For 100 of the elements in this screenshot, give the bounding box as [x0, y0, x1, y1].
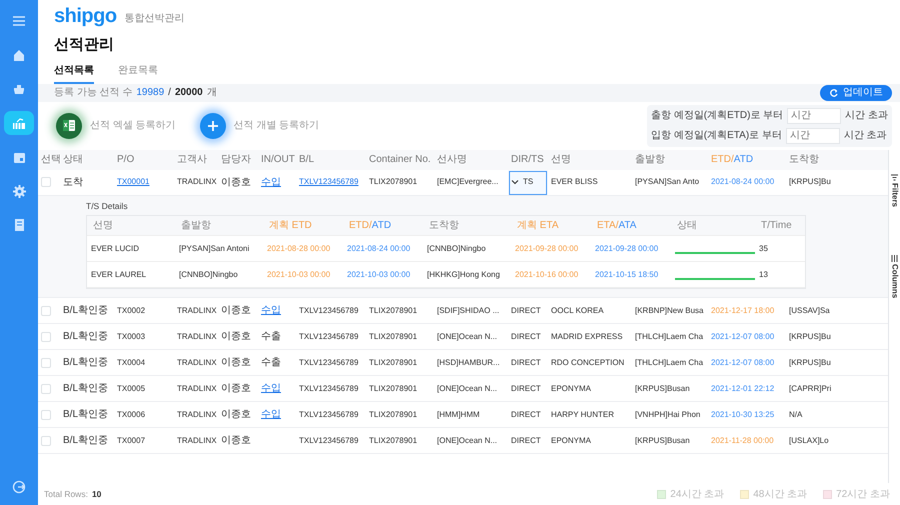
tab[interactable]: 완료목록 [118, 60, 158, 84]
vessel-cell: EPONYMA [548, 376, 632, 402]
po-cell: TX0005 [117, 384, 146, 393]
available-count: 19989 [136, 86, 164, 100]
row-checkbox[interactable] [41, 384, 51, 394]
status-cell: B/L확인중 [60, 376, 114, 402]
etd-cell: 2021-10-30 13:25 [708, 402, 786, 428]
column-header[interactable]: 상태 [60, 150, 114, 170]
customer-cell: TRADLINX [174, 402, 218, 428]
row-checkbox[interactable] [41, 306, 51, 316]
etd-cell: 2021-10-03 00:00 [343, 262, 423, 288]
inout-cell: 수출 [261, 331, 281, 342]
sidebar-item[interactable] [4, 111, 34, 135]
status-cell: B/L확인중 [60, 350, 114, 376]
manager-cell: 이종호 [218, 376, 258, 402]
carrier-cell: [HSD]HAMBUR... [434, 350, 508, 376]
column-header[interactable]: 고객사 [174, 150, 218, 170]
column-header[interactable]: Container No. [366, 150, 434, 170]
legend-label: 48시간 초과 [753, 488, 808, 502]
shipgo-logo[interactable]: shipgo [54, 6, 117, 26]
hours-input[interactable]: 시간 [787, 108, 842, 124]
row-checkbox[interactable] [41, 177, 51, 188]
column-header[interactable]: 선명 [548, 150, 632, 170]
eta-cell: 2021-09-28 00:00 [591, 236, 671, 262]
dir-cell[interactable]: DIRECT [508, 376, 548, 402]
container-cell: TLIX2078901 [366, 350, 434, 376]
planned-etd-cell: 2021-10-03 00:00 [263, 262, 343, 288]
customer-cell: TRADLINX [174, 350, 218, 376]
row-checkbox[interactable] [41, 358, 51, 368]
arrival-cell: [CNNBO]Ningbo [423, 236, 511, 262]
column-header: 선명 [87, 216, 175, 236]
chevron-down-icon[interactable] [511, 178, 519, 185]
column-header: 계획 ETA [511, 216, 591, 236]
dir-cell[interactable]: DIRECT [508, 298, 548, 324]
departure-cell: [CNNBO]Ningbo [175, 262, 263, 288]
column-header: 도착항 [423, 216, 511, 236]
column-header[interactable]: 선사명 [434, 150, 508, 170]
manager-cell: 이종호 [218, 324, 258, 350]
hours-input[interactable]: 시간 [786, 128, 840, 144]
container-cell: TLIX2078901 [366, 428, 434, 454]
inout-link[interactable]: 수입 [261, 176, 281, 188]
dir-cell[interactable]: DIRECT [508, 428, 548, 454]
column-header[interactable]: 도착항 [786, 150, 888, 170]
inout-link[interactable]: 수입 [261, 305, 281, 316]
manager-cell: 이종호 [218, 428, 258, 454]
dir-cell[interactable]: DIRECT [508, 350, 548, 376]
bl-cell: TXLV123456789 [299, 410, 358, 419]
column-header[interactable]: 담당자 [218, 150, 258, 170]
total-rows-label: Total Rows: [44, 488, 88, 500]
arrival-cell: [HKHKG]Hong Kong [423, 262, 511, 288]
po-cell: TX0003 [117, 332, 146, 341]
departure-cell: [VNHPH]Hai Phon [632, 402, 708, 428]
customer-cell: TRADLINX [174, 428, 218, 454]
columns-tab[interactable]: Columns [888, 254, 900, 298]
column-header[interactable]: 출발항 [632, 150, 708, 170]
row-checkbox[interactable] [41, 436, 51, 446]
po-cell: TX0007 [117, 436, 146, 445]
eta-cell: 2021-10-15 18:50 [591, 262, 671, 288]
page-title: 선적관리 [54, 36, 114, 53]
legend-label: 24시간 초과 [670, 488, 724, 502]
book-icon [12, 218, 26, 232]
inout-link[interactable]: 수입 [261, 383, 281, 394]
inout-link[interactable]: 수입 [261, 409, 281, 420]
manager-cell: 이종호 [218, 350, 258, 376]
excel-upload-label: 선적 엑셀 등록하기 [90, 119, 176, 133]
filter-label: 출항 예정일(계획ETD)로 부터 [651, 109, 784, 123]
dir-cell[interactable]: TS [508, 170, 548, 196]
carrier-cell: [HMM]HMM [434, 402, 508, 428]
etd-cell: 2021-12-01 22:12 [708, 376, 786, 402]
column-header[interactable]: IN/OUT [258, 150, 296, 170]
column-header[interactable]: 선택 [38, 150, 60, 170]
bl-link[interactable]: TXLV123456789 [299, 177, 358, 186]
refresh-icon [829, 88, 839, 98]
update-button[interactable]: 업데이트 [820, 84, 892, 100]
manager-cell: 이종호 [218, 402, 258, 428]
column-header[interactable]: P/O [114, 150, 174, 170]
column-header[interactable]: ETD/ATD [708, 150, 786, 170]
container-cell: TLIX2078901 [366, 376, 434, 402]
filter-label: 입항 예정일(계획ETA)로 부터 [651, 129, 782, 143]
container-cell: TLIX2078901 [366, 402, 434, 428]
dir-cell[interactable]: DIRECT [508, 324, 548, 350]
home-icon [13, 49, 25, 61]
excel-upload-button[interactable] [56, 112, 82, 138]
column-header: 출발항 [175, 216, 263, 236]
column-header[interactable]: DIR/TS [508, 150, 548, 170]
column-header[interactable]: B/L [296, 150, 366, 170]
inout-cell: 수출 [261, 357, 281, 368]
logout-icon [12, 480, 26, 494]
row-checkbox[interactable] [41, 410, 51, 420]
vessel-cell: EPONYMA [548, 428, 632, 454]
po-link[interactable]: TX00001 [117, 177, 150, 186]
dir-cell[interactable]: DIRECT [508, 402, 548, 428]
add-button[interactable] [200, 112, 226, 138]
total-rows-count: 10 [92, 488, 102, 500]
count-separator: / [168, 86, 171, 100]
filters-tab[interactable]: Filters [888, 174, 900, 207]
vessel-cell: MADRID EXPRESS [548, 324, 632, 350]
departure-cell: [KRPUS]Busan [632, 428, 708, 454]
container-cell: TLIX2078901 [366, 298, 434, 324]
row-checkbox[interactable] [41, 332, 51, 342]
